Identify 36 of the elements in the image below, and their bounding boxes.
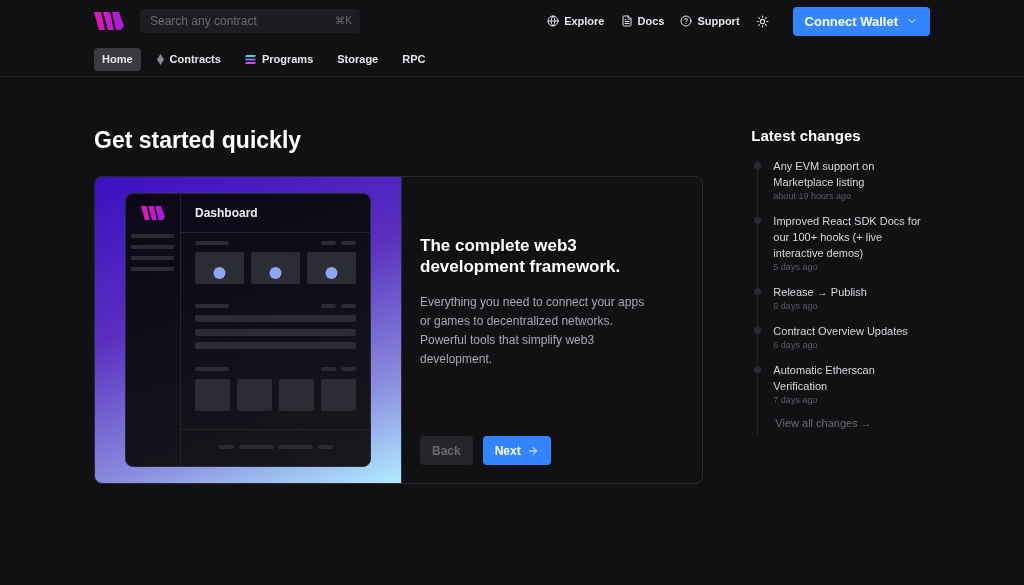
nav-tab[interactable]: Storage	[329, 47, 387, 71]
nav-tab[interactable]: Programs	[236, 47, 322, 71]
section-title: Latest changes	[751, 127, 862, 144]
card-description: Everything you need to connect your apps or games to decentralized networks. Powerful tools that simplify web3 development.	[420, 294, 646, 368]
card-title: The complete web3 development framework.	[420, 235, 622, 277]
logo-icon	[141, 206, 165, 221]
view-all-link[interactable]: View all changes →	[758, 417, 930, 429]
nav-tab[interactable]: RPC	[394, 47, 434, 71]
arrow-icon	[526, 444, 539, 457]
nav-tab[interactable]: Contracts	[148, 47, 229, 71]
header-link[interactable]: Docs	[620, 15, 665, 27]
change-time: 6 days ago	[773, 301, 819, 311]
page-heading: Get started quickly	[94, 127, 303, 154]
change-title[interactable]: Automatic Etherscan Verification	[773, 362, 930, 394]
change-time: 5 days ago	[773, 262, 819, 272]
diamond-icon	[156, 53, 164, 65]
help-icon	[680, 15, 693, 27]
header-link[interactable]: Support	[680, 15, 740, 27]
change-title[interactable]: Improved React SDK Docs for our 100+ hooks (+ live interactive demos)	[773, 213, 930, 261]
change-title[interactable]: Contract Overview Updates	[773, 323, 930, 339]
stack-icon	[244, 54, 256, 64]
next-button[interactable]: Next	[482, 436, 551, 465]
change-time: 6 days ago	[773, 340, 819, 350]
change-title[interactable]: Release → Publish	[773, 284, 930, 300]
header-link[interactable]: Explore	[547, 15, 605, 27]
globe-icon	[547, 15, 560, 27]
logo-icon	[94, 12, 124, 30]
connect-wallet-button[interactable]: Connect Wallet	[792, 6, 930, 36]
document-icon	[620, 15, 633, 27]
change-time: 7 days ago	[773, 395, 819, 405]
preview-title: Dashboard	[181, 194, 370, 233]
shortcut-hint: ⌘K	[335, 15, 352, 26]
theme-toggle-icon[interactable]	[755, 14, 769, 28]
change-title[interactable]: Any EVM support on Marketplace listing	[773, 158, 930, 190]
change-time: about 19 hours ago	[773, 191, 852, 201]
nav-tab[interactable]: Home	[94, 47, 141, 71]
